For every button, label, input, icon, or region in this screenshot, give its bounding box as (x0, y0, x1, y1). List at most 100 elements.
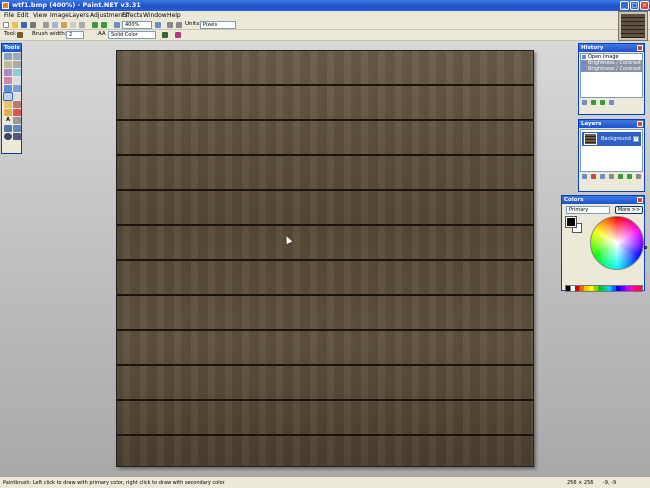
layer-thumbnail (584, 133, 597, 145)
app-icon (2, 2, 9, 9)
pan-icon[interactable] (13, 77, 21, 84)
zoom-in-icon[interactable] (155, 22, 161, 28)
rounded-rectangle-icon[interactable] (13, 125, 21, 132)
gradient-icon[interactable] (13, 85, 21, 92)
color-picker-icon[interactable] (13, 101, 21, 108)
paste-icon[interactable] (61, 22, 67, 28)
color-wheel-marker (644, 246, 647, 249)
layers-close-icon[interactable] (637, 121, 643, 127)
primary-color-swatch[interactable] (565, 216, 577, 228)
zoom-select[interactable]: 400% (122, 21, 152, 29)
layer-name: Background (601, 136, 631, 142)
menu-effects[interactable]: Effects (122, 12, 142, 19)
layer-properties-icon[interactable] (636, 174, 641, 179)
redo-icon[interactable] (101, 22, 107, 28)
copy-icon[interactable] (52, 22, 58, 28)
crop-icon[interactable] (70, 22, 76, 28)
tool-label: Tool: (4, 31, 17, 37)
image-canvas[interactable] (116, 50, 534, 467)
move-layer-down-icon[interactable] (627, 174, 632, 179)
minimize-button[interactable]: _ (620, 1, 629, 10)
grid-icon[interactable] (167, 22, 173, 28)
alpha-blend-icon[interactable] (175, 32, 181, 38)
paintbrush-tool-icon[interactable] (3, 92, 13, 101)
layer-row-background[interactable]: Background ✓ (582, 132, 641, 146)
close-button[interactable]: × (640, 1, 649, 10)
open-image-icon (582, 55, 586, 59)
eraser-icon[interactable] (13, 93, 21, 100)
ellipse-select-icon[interactable] (4, 69, 12, 76)
paint-bucket-icon[interactable] (4, 85, 12, 92)
history-list: Open Image Brightness / Contrast Brightn… (580, 53, 643, 98)
move-selection-icon[interactable] (13, 53, 21, 60)
ellipse-icon[interactable] (4, 133, 12, 140)
delete-layer-icon[interactable] (591, 174, 596, 179)
menu-image[interactable]: Image (50, 12, 69, 19)
colors-close-icon[interactable] (637, 197, 643, 203)
recolor-icon[interactable] (13, 109, 21, 116)
menu-view[interactable]: View (33, 12, 47, 19)
lasso-select-icon[interactable] (4, 61, 12, 68)
blend-mode-icon[interactable] (162, 32, 168, 38)
antialias-label: AA (98, 31, 106, 37)
history-footer (579, 99, 644, 107)
rectangle-select-icon[interactable] (4, 53, 12, 60)
title-bar: wtf1.bmp (400%) - Paint.NET v3.31 _ □ × (0, 0, 650, 11)
rectangle-icon[interactable] (4, 125, 12, 132)
deselect-icon[interactable] (79, 22, 85, 28)
history-close-icon[interactable] (637, 45, 643, 51)
color-wheel[interactable] (590, 216, 647, 270)
fill-select[interactable]: Solid Color (108, 31, 156, 39)
menu-help[interactable]: Help (167, 12, 181, 19)
line-curve-icon[interactable] (13, 117, 21, 124)
move-layer-up-icon[interactable] (618, 174, 623, 179)
freeform-shape-icon[interactable] (13, 133, 21, 140)
print-icon[interactable] (30, 22, 36, 28)
zoom-tool-icon[interactable] (13, 69, 21, 76)
more-colors-button[interactable]: More >> (615, 206, 643, 214)
image-tab-thumbnail[interactable] (618, 11, 648, 41)
rewind-icon[interactable] (582, 100, 587, 105)
menu-window[interactable]: Window (143, 12, 167, 19)
maximize-button[interactable]: □ (630, 1, 639, 10)
fast-forward-icon[interactable] (609, 100, 614, 105)
colors-panel-title: Colors (562, 196, 644, 204)
menu-file[interactable]: File (4, 12, 14, 19)
cut-icon[interactable] (43, 22, 49, 28)
color-mode-select[interactable]: Primary (566, 206, 610, 214)
merge-layer-icon[interactable] (609, 174, 614, 179)
status-hint: Paintbrush: Left click to draw with prim… (3, 480, 225, 486)
color-palette[interactable] (565, 285, 643, 292)
history-undo-icon[interactable] (591, 100, 596, 105)
brush-width-label: Brush width: (32, 31, 67, 37)
move-selected-icon[interactable] (13, 61, 21, 68)
layers-footer (579, 173, 644, 181)
layers-list: Background ✓ (580, 129, 643, 172)
new-icon[interactable] (3, 22, 9, 28)
history-redo-icon[interactable] (600, 100, 605, 105)
text-tool-icon[interactable]: A (4, 117, 12, 124)
main-toolbar: 400% Units: Pixels (0, 20, 650, 30)
menu-bar: File Edit View Image Layers Adjustments … (0, 11, 650, 20)
magic-wand-icon[interactable] (4, 77, 12, 84)
open-icon[interactable] (12, 22, 18, 28)
layer-visibility-checkbox[interactable]: ✓ (633, 136, 639, 142)
menu-edit[interactable]: Edit (17, 12, 29, 19)
layers-panel-title: Layers (579, 120, 644, 128)
units-label: Units: (185, 21, 201, 27)
save-icon[interactable] (21, 22, 27, 28)
history-panel-title: History (579, 44, 644, 52)
colors-body: Primary More >> (562, 206, 647, 294)
pencil-icon[interactable] (4, 101, 12, 108)
duplicate-layer-icon[interactable] (600, 174, 605, 179)
history-item[interactable]: Brightness / Contrast (581, 66, 642, 72)
paintbrush-icon[interactable] (17, 32, 23, 38)
ruler-icon[interactable] (176, 22, 182, 28)
zoom-icon[interactable] (114, 22, 120, 28)
units-select[interactable]: Pixels (200, 21, 236, 29)
menu-layers[interactable]: Layers (69, 12, 89, 19)
undo-icon[interactable] (92, 22, 98, 28)
clone-stamp-icon[interactable] (4, 109, 12, 116)
add-layer-icon[interactable] (582, 174, 587, 179)
brush-width-input[interactable]: 2 (66, 31, 84, 39)
